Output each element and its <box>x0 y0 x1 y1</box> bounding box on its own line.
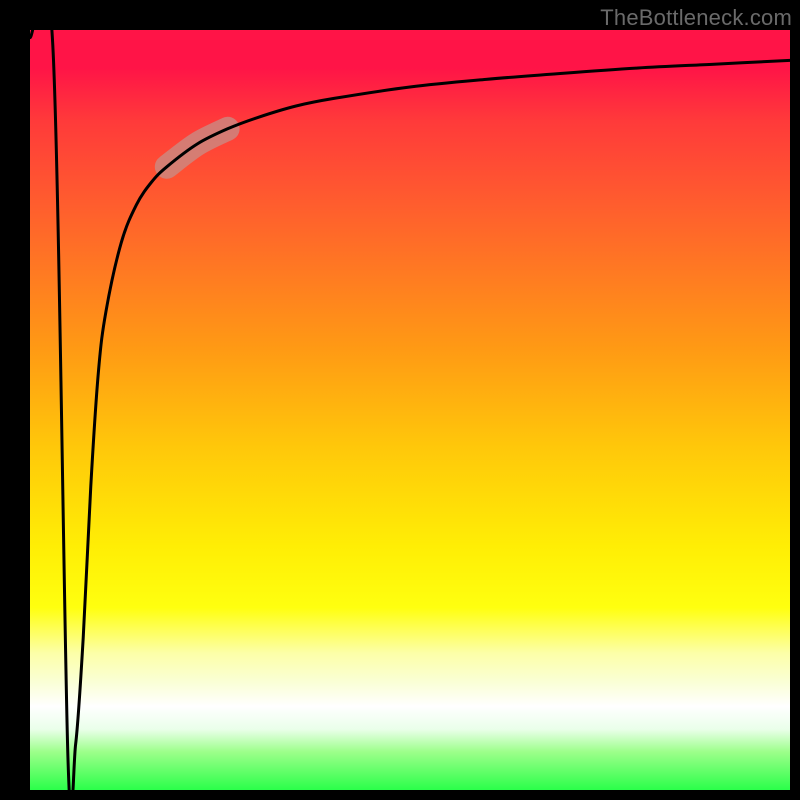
bottleneck-curve <box>30 0 790 800</box>
chart-stage: TheBottleneck.com <box>0 0 800 800</box>
curve-svg <box>30 30 790 790</box>
attribution-text: TheBottleneck.com <box>600 5 792 31</box>
plot-area <box>30 30 790 790</box>
